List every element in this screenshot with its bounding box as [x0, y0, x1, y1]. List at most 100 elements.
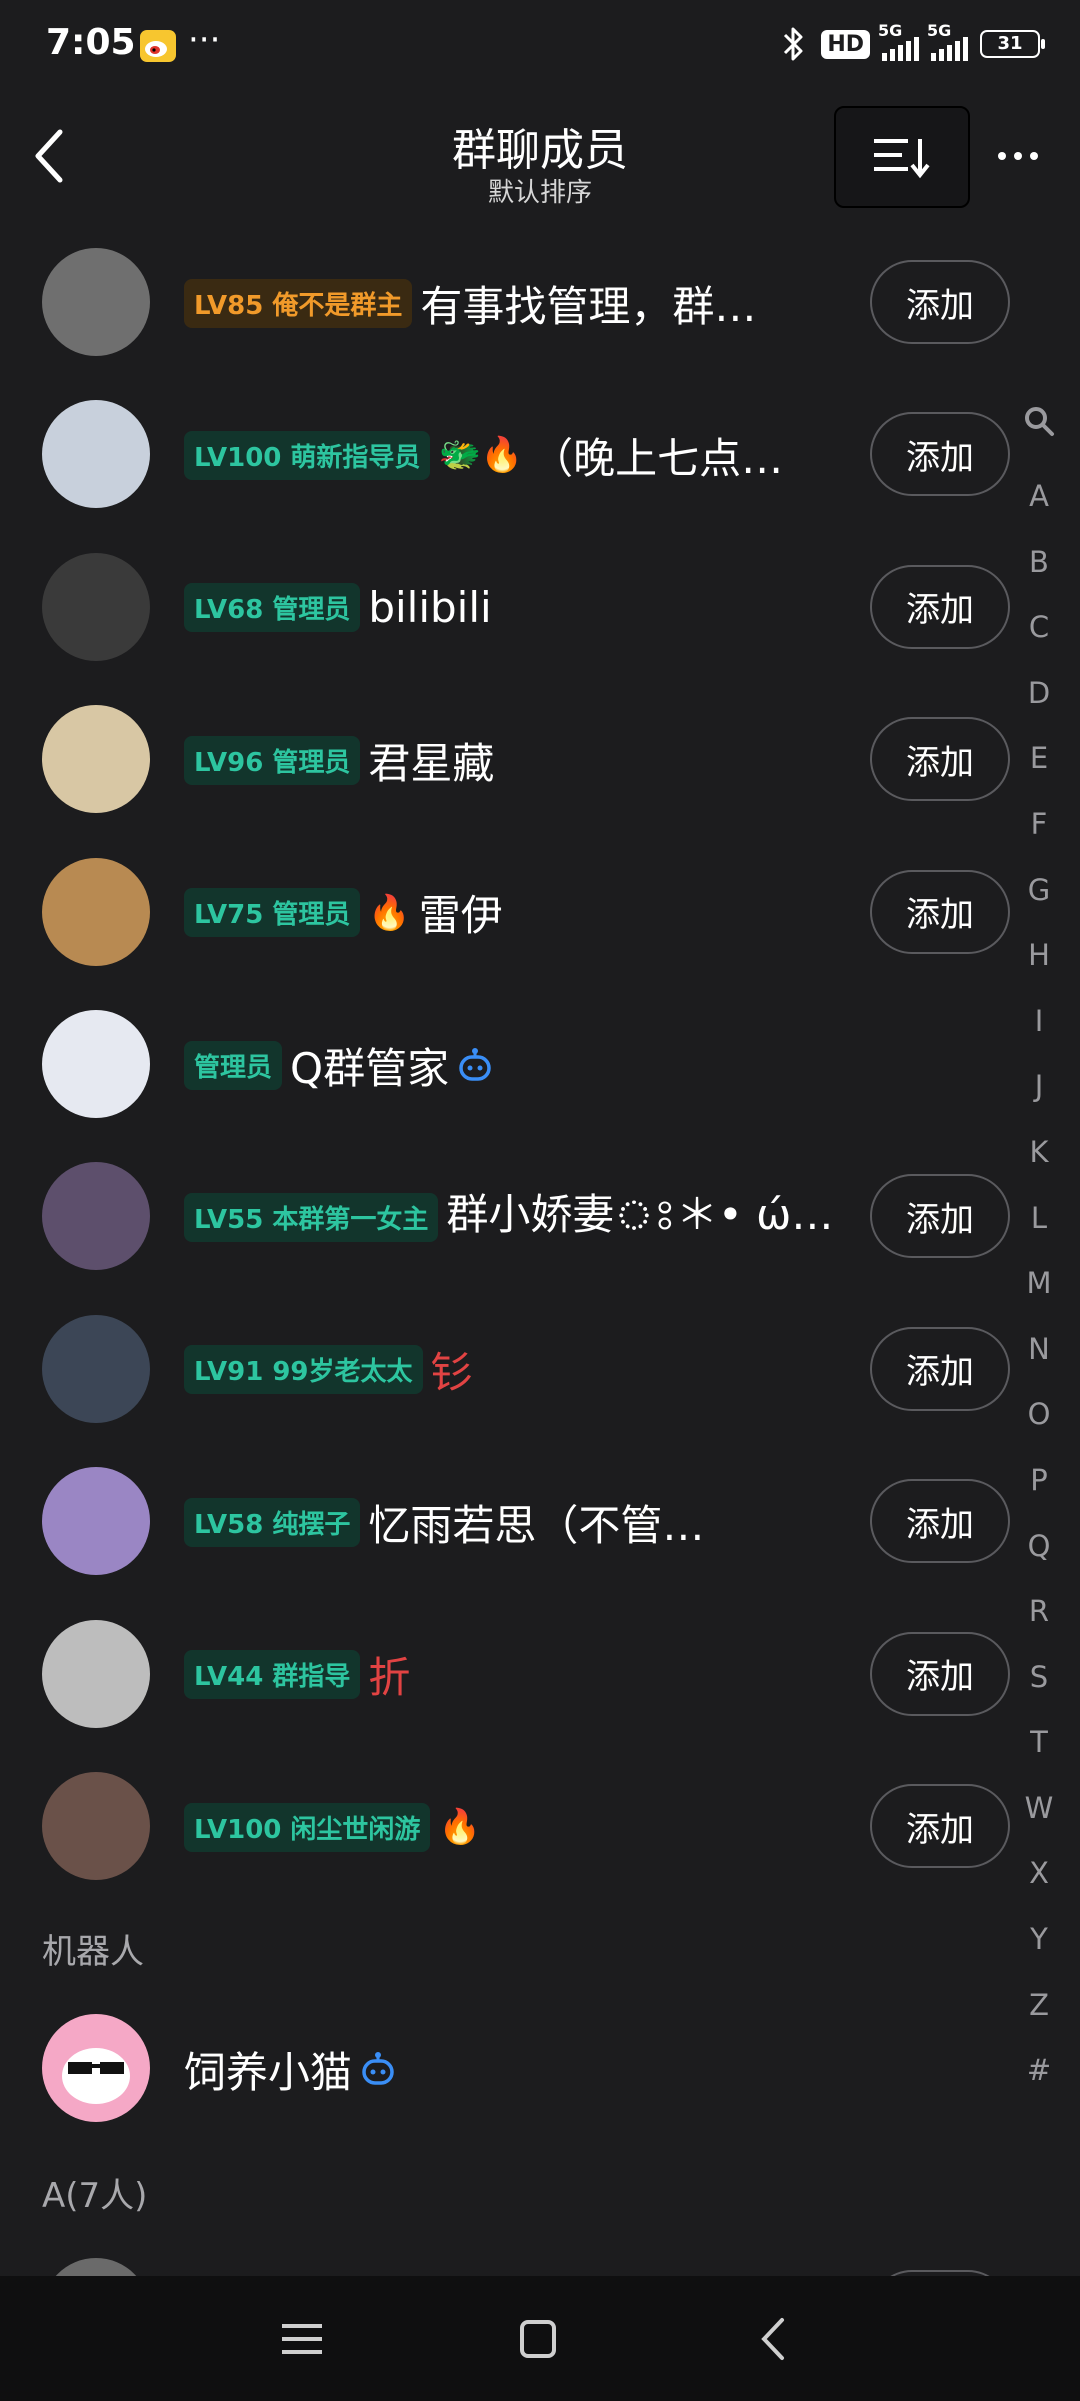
member-name: Q群管家 [290, 1043, 450, 1093]
avatar [42, 1467, 150, 1576]
add-friend-button[interactable]: 添加 [870, 717, 1010, 802]
level-badge: LV75 管理员 [184, 888, 361, 938]
alphabet-index-item[interactable]: # [1012, 2038, 1066, 2104]
status-icons: HD 5G 5G 31 [777, 21, 1045, 62]
level-badge: LV68 管理员 [184, 583, 361, 633]
alphabet-index-item[interactable]: A [1012, 464, 1066, 530]
member-name: （晚上七点… [531, 433, 784, 483]
alphabet-index-item[interactable]: J [1012, 1054, 1066, 1120]
weibo-icon [140, 30, 176, 62]
back-nav-icon[interactable] [744, 2314, 804, 2364]
avatar [42, 705, 150, 814]
navigation-bar [0, 2276, 1080, 2401]
member-row[interactable]: LV100 闲尘世闲游 🔥 添加 [0, 1750, 1010, 1902]
add-friend-button[interactable]: 添加 [870, 1174, 1010, 1259]
avatar [42, 1162, 150, 1271]
emoji-icon: 🐲🔥 [438, 435, 524, 476]
search-icon[interactable] [1022, 404, 1056, 438]
add-friend-button[interactable]: 添加 [870, 412, 1010, 497]
member-row[interactable]: LV100 萌新指导员 🐲🔥 （晚上七点… 添加 [0, 378, 1010, 530]
robot-row[interactable]: 饲养小猫 [0, 1992, 1010, 2144]
avatar [42, 552, 150, 661]
member-row[interactable]: 管理员 Q群管家 [0, 988, 1010, 1140]
more-options-icon[interactable] [998, 152, 1038, 160]
member-row[interactable]: LV91 99岁老太太钐 添加 [0, 1293, 1010, 1445]
alphabet-index[interactable]: A B C D E F G H I J K L M N O P Q R S T W X Y Z # [1012, 464, 1066, 2104]
alphabet-index-item[interactable]: X [1012, 1841, 1066, 1907]
member-row[interactable]: LV96 管理员 君星藏 添加 [0, 683, 1010, 835]
menu-icon[interactable] [272, 2314, 332, 2364]
alphabet-index-item[interactable]: K [1012, 1120, 1066, 1186]
alphabet-index-item[interactable]: G [1012, 858, 1066, 924]
alphabet-index-item[interactable]: F [1012, 792, 1066, 858]
member-row[interactable]: LV55 本群第一女主 群小娇妻ঃ＊• ώ… 添加 [0, 1140, 1010, 1292]
level-badge: LV91 99岁老太太 [184, 1345, 423, 1395]
member-name: 雷伊 [418, 891, 503, 941]
avatar [42, 1619, 150, 1728]
alphabet-index-item[interactable]: O [1012, 1382, 1066, 1448]
level-badge: LV44 群指导 [184, 1650, 361, 1700]
alphabet-index-item[interactable]: L [1012, 1186, 1066, 1252]
member-row[interactable]: LV85 俺不是群主 有事找管理，群… 添加 [0, 226, 1010, 378]
avatar [42, 2014, 150, 2122]
status-bar: 7:05 ··· HD 5G 5G 31 [0, 0, 1080, 92]
alphabet-index-item[interactable]: M [1012, 1251, 1066, 1317]
add-friend-button[interactable]: 添加 [870, 1326, 1010, 1411]
level-badge: LV85 俺不是群主 [184, 278, 413, 328]
add-friend-button[interactable]: 添加 [870, 260, 1010, 344]
member-name: bilibili [368, 583, 492, 633]
level-badge: LV55 本群第一女主 [184, 1192, 439, 1242]
add-friend-button[interactable]: 添加 [870, 1479, 1010, 1564]
member-name: 忆雨若思（不管… [368, 1500, 705, 1550]
battery-icon: 31 [980, 30, 1045, 58]
sort-button[interactable] [834, 106, 970, 208]
add-friend-button[interactable]: 添加 [870, 869, 1010, 954]
robot-icon [362, 2052, 394, 2085]
level-badge: 管理员 [184, 1040, 283, 1090]
avatar [42, 857, 150, 966]
level-badge: LV100 萌新指导员 [184, 430, 431, 480]
alphabet-index-item[interactable]: H [1012, 923, 1066, 989]
alphabet-index-item[interactable]: R [1012, 1579, 1066, 1645]
header: 群聊成员 默认排序 [0, 92, 1080, 222]
robot-icon [459, 1048, 491, 1081]
alphabet-index-item[interactable]: N [1012, 1317, 1066, 1383]
hd-icon: HD [821, 29, 870, 59]
level-badge: LV100 闲尘世闲游 [184, 1802, 431, 1852]
member-row[interactable]: LV58 纯摆子 忆雨若思（不管… 添加 [0, 1445, 1010, 1597]
member-row[interactable]: LV75 管理员 🔥 雷伊 添加 [0, 836, 1010, 988]
member-row[interactable]: LV68 管理员 bilibili 添加 [0, 531, 1010, 683]
alphabet-index-item[interactable]: Y [1012, 1907, 1066, 1973]
sort-icon [874, 139, 930, 179]
alphabet-index-item[interactable]: B [1012, 530, 1066, 596]
member-row-partial[interactable] [0, 2236, 1010, 2276]
alphabet-index-item[interactable]: W [1012, 1776, 1066, 1842]
alphabet-index-item[interactable]: Q [1012, 1514, 1066, 1580]
bluetooth-icon [784, 27, 803, 61]
emoji-icon: 🔥 [368, 892, 411, 933]
member-row[interactable]: LV44 群指导折 添加 [0, 1598, 1010, 1750]
signal-icon-2: 5G [927, 21, 968, 61]
add-friend-button[interactable]: 添加 [870, 564, 1010, 649]
alphabet-index-item[interactable]: E [1012, 726, 1066, 792]
add-friend-button[interactable]: 添加 [870, 1784, 1010, 1868]
alphabet-index-item[interactable]: D [1012, 661, 1066, 727]
home-icon[interactable] [508, 2314, 568, 2364]
alphabet-index-item[interactable]: C [1012, 595, 1066, 661]
avatar [42, 2258, 150, 2276]
member-name: 群小娇妻ঃ＊• ώ… [446, 1190, 834, 1240]
alphabet-index-item[interactable]: P [1012, 1448, 1066, 1514]
emoji-icon: 🔥 [438, 1807, 481, 1847]
alphabet-index-item[interactable]: Z [1012, 1973, 1066, 2039]
status-time: 7:05 [46, 22, 136, 63]
alphabet-index-item[interactable]: S [1012, 1645, 1066, 1711]
alphabet-index-item[interactable]: I [1012, 989, 1066, 1055]
member-name: 有事找管理，群… [420, 281, 757, 331]
section-label-robots: 机器人 [42, 1932, 144, 1972]
level-badge: LV58 纯摆子 [184, 1497, 361, 1547]
avatar [42, 248, 150, 356]
level-badge: LV96 管理员 [184, 735, 361, 785]
add-friend-button[interactable]: 添加 [870, 1631, 1010, 1716]
alphabet-index-item[interactable]: T [1012, 1710, 1066, 1776]
notification-more-icon: ··· [188, 20, 221, 60]
